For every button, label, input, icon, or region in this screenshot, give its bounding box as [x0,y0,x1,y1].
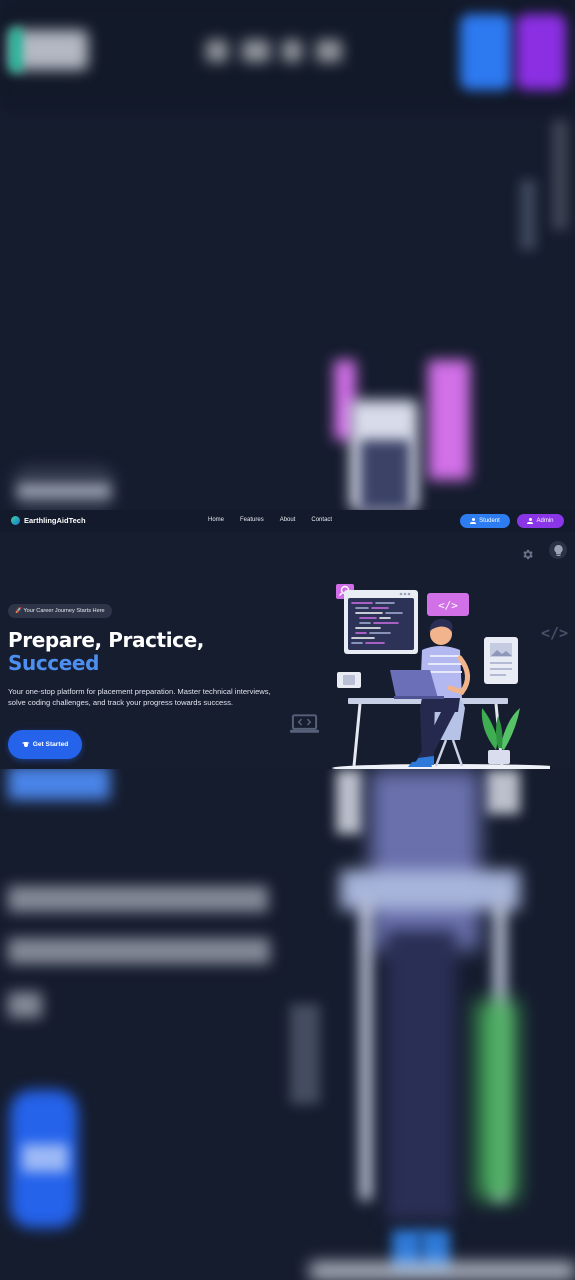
brand-name: EarthlingAidTech [24,516,86,525]
brand-logo-icon [11,516,20,525]
developer-illustration: </> [332,584,550,769]
hero-title: Prepare, Practice, Succeed [8,629,204,675]
blurred-title [8,766,110,800]
get-started-button[interactable]: Get Started [8,730,82,759]
nav-link-about[interactable]: About [280,517,296,523]
career-badge: 🚀 Your Career Journey Starts Here [8,604,112,618]
blurred-text-line [8,886,268,912]
nav-link-contact[interactable]: Contact [311,517,332,523]
brand[interactable]: EarthlingAidTech [11,516,86,525]
blurred-laptop-icon [290,1004,320,1104]
blurred-text-line [8,938,270,964]
blurred-nav-item [242,40,270,62]
settings-gear-icon[interactable] [521,548,534,561]
blurred-illustration-part [428,360,470,480]
hero-section: EarthlingAidTech Home Features About Con… [0,510,575,769]
blurred-illustration-part [386,930,456,1220]
blurred-illustration-part [360,900,372,1200]
blurred-illustration-part [336,770,362,834]
graduation-cap-icon [22,742,30,748]
blurred-nav-item [206,40,228,62]
blurred-nav-item [282,40,302,62]
hero-title-line1: Prepare, Practice, [8,628,204,652]
admin-button-label: Admin [536,518,554,524]
hero-description: Your one-stop platform for placement pre… [8,687,271,707]
get-started-label: Get Started [32,741,69,748]
nav-links: Home Features About Contact [208,517,348,523]
nav-link-home[interactable]: Home [208,517,224,523]
blurred-side-element [520,180,536,250]
navbar: EarthlingAidTech Home Features About Con… [0,510,575,532]
user-icon [470,518,477,524]
blurred-admin-button [516,14,566,90]
user-shield-icon [527,518,534,524]
blurred-illustration-part [370,770,480,950]
blurred-text-line [8,992,42,1018]
hero-title-accent: Succeed [8,651,99,675]
blurred-illustration-part [486,770,520,814]
blurred-student-button [460,14,512,90]
blurred-illustration-part [476,1000,518,1200]
blurred-side-element [552,120,568,230]
student-button[interactable]: Student [460,514,510,528]
blurred-illustration-part [360,440,410,510]
blurred-logo-mark [10,28,22,72]
student-button-label: Student [479,518,500,524]
blurred-nav-item [316,40,342,62]
lightbulb-icon [553,544,563,556]
badge-text: 🚀 Your Career Journey Starts Here [15,608,105,614]
svg-text:</>: </> [438,599,458,612]
blurred-badge-text [18,484,110,498]
nav-link-features[interactable]: Features [240,517,264,523]
blurred-floor [310,1262,575,1280]
blurred-cta-text [22,1144,68,1172]
admin-button[interactable]: Admin [517,514,564,528]
theme-toggle[interactable] [549,541,567,559]
